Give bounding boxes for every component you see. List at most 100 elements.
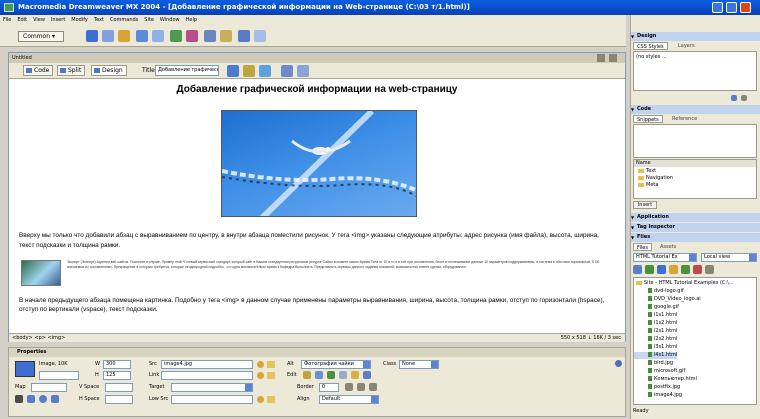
align-left-icon[interactable] xyxy=(345,383,353,391)
file-item[interactable]: l2s1.html xyxy=(634,328,677,335)
oval-hotspot-icon[interactable] xyxy=(39,395,47,403)
snippet-folder-text[interactable]: Text xyxy=(634,168,656,175)
height-input[interactable]: 125 xyxy=(103,371,131,380)
document-title-input[interactable]: Добавление графической и xyxy=(155,65,219,76)
point-to-file-icon[interactable] xyxy=(257,361,264,368)
date-icon[interactable] xyxy=(204,30,216,42)
design-view-area[interactable]: Добавление графической информации на web… xyxy=(9,80,625,333)
rect-hotspot-icon[interactable] xyxy=(27,395,35,403)
src-input[interactable]: image4.jpg xyxy=(161,360,253,369)
file-item-selected[interactable]: l4s1.html xyxy=(634,352,678,359)
link-folder-icon[interactable] xyxy=(267,372,275,379)
tab-css-styles[interactable]: CSS Styles xyxy=(633,42,668,50)
maximize-icon[interactable] xyxy=(726,2,737,13)
files-panel-header[interactable]: Files xyxy=(631,233,760,242)
vspace-input[interactable] xyxy=(105,383,133,392)
refresh-files-icon[interactable] xyxy=(645,265,654,274)
hspace-input[interactable] xyxy=(105,395,133,404)
design-view-button[interactable]: Design xyxy=(91,65,127,76)
width-input[interactable]: 300 xyxy=(103,360,131,369)
css-styles-list[interactable]: (no styles ... xyxy=(633,51,757,91)
snippets-tree[interactable]: Name Text Navigation Meta xyxy=(633,159,757,199)
help-icon[interactable] xyxy=(615,360,622,367)
brightness-icon[interactable] xyxy=(351,371,359,379)
insert-category-select[interactable]: Common ▾ xyxy=(18,31,64,42)
expand-icon[interactable] xyxy=(705,265,714,274)
polygon-hotspot-icon[interactable] xyxy=(51,395,59,403)
tab-snippets[interactable]: Snippets xyxy=(633,115,663,123)
table-icon[interactable] xyxy=(136,30,148,42)
alt-select[interactable]: Фотография чайки xyxy=(301,360,371,369)
new-style-icon[interactable] xyxy=(741,95,747,101)
comment-icon[interactable] xyxy=(220,30,232,42)
seagull-photo[interactable] xyxy=(221,110,417,217)
preview-browser-icon[interactable] xyxy=(243,65,255,77)
close-icon[interactable] xyxy=(740,2,751,13)
target-select[interactable] xyxy=(171,383,253,392)
image-icon[interactable] xyxy=(170,30,182,42)
application-panel-header[interactable]: Application xyxy=(631,213,760,222)
get-files-icon[interactable] xyxy=(657,265,666,274)
file-item[interactable]: dvd-logo.gif xyxy=(634,288,684,295)
pointer-hotspot-icon[interactable] xyxy=(15,395,23,403)
file-item[interactable]: postfix.jpg xyxy=(634,384,680,391)
lowsrc-point-icon[interactable] xyxy=(257,396,264,403)
tag-chooser-icon[interactable] xyxy=(254,30,266,42)
file-item[interactable]: l2s2.html xyxy=(634,336,677,343)
map-name-input[interactable] xyxy=(31,383,67,392)
optimize-icon[interactable] xyxy=(315,371,323,379)
class-select[interactable]: None xyxy=(399,360,439,369)
resample-icon[interactable] xyxy=(339,371,347,379)
file-item[interactable]: l3s1.html xyxy=(634,344,677,351)
file-item[interactable]: google.gif xyxy=(634,304,679,311)
code-view-button[interactable]: Code xyxy=(23,65,54,76)
code-panel-header[interactable]: Code xyxy=(631,105,760,114)
image-name-field[interactable] xyxy=(39,371,79,380)
templates-icon[interactable] xyxy=(238,30,250,42)
align-right-icon[interactable] xyxy=(369,383,377,391)
menu-commands[interactable]: Commands xyxy=(107,15,141,25)
tab-reference[interactable]: Reference xyxy=(669,115,700,123)
menu-file[interactable]: File xyxy=(0,15,14,25)
menu-site[interactable]: Site xyxy=(141,15,157,25)
link-input[interactable] xyxy=(161,371,253,380)
link-point-icon[interactable] xyxy=(257,372,264,379)
debug-icon[interactable] xyxy=(259,65,271,77)
refresh-icon[interactable] xyxy=(281,65,293,77)
put-files-icon[interactable] xyxy=(669,265,678,274)
snippet-folder-navigation[interactable]: Navigation xyxy=(634,175,673,182)
align-select[interactable]: Default xyxy=(319,395,379,404)
file-item[interactable]: l1s2.html xyxy=(634,320,677,327)
named-anchor-icon[interactable] xyxy=(118,30,130,42)
align-center-icon[interactable] xyxy=(357,383,365,391)
menu-text[interactable]: Text xyxy=(91,15,107,25)
menu-modify[interactable]: Modify xyxy=(68,15,91,25)
email-link-icon[interactable] xyxy=(102,30,114,42)
tag-selector[interactable]: <body> <p> <img> xyxy=(12,334,65,343)
site-root[interactable]: Site - HTML Tutorial Examples (C:\... xyxy=(634,280,734,287)
sharpen-icon[interactable] xyxy=(363,371,371,379)
media-icon[interactable] xyxy=(186,30,198,42)
attach-stylesheet-icon[interactable] xyxy=(731,95,737,101)
browse-folder-icon[interactable] xyxy=(267,361,275,368)
lowsrc-folder-icon[interactable] xyxy=(267,396,275,403)
properties-header[interactable]: Properties xyxy=(9,348,625,357)
edit-image-icon[interactable] xyxy=(303,371,311,379)
view-select[interactable]: Local view xyxy=(701,253,757,262)
file-item[interactable]: image4.jpg xyxy=(634,392,682,399)
border-input[interactable]: 0 xyxy=(319,383,339,392)
tag-inspector-panel-header[interactable]: Tag Inspector xyxy=(631,223,760,232)
file-item[interactable]: l1s1.html xyxy=(634,312,677,319)
check-in-icon[interactable] xyxy=(693,265,702,274)
menu-edit[interactable]: Edit xyxy=(14,15,30,25)
file-management-icon[interactable] xyxy=(227,65,239,77)
menu-view[interactable]: View xyxy=(30,15,48,25)
file-item[interactable]: DVD_Video_logo.ai xyxy=(634,296,701,303)
minimize-icon[interactable] xyxy=(712,2,723,13)
thumbnail-image[interactable] xyxy=(21,260,61,286)
menu-window[interactable]: Window xyxy=(157,15,183,25)
tab-layers[interactable]: Layers xyxy=(675,42,698,50)
tab-files[interactable]: Files xyxy=(633,243,652,251)
connect-icon[interactable] xyxy=(633,265,642,274)
crop-icon[interactable] xyxy=(327,371,335,379)
